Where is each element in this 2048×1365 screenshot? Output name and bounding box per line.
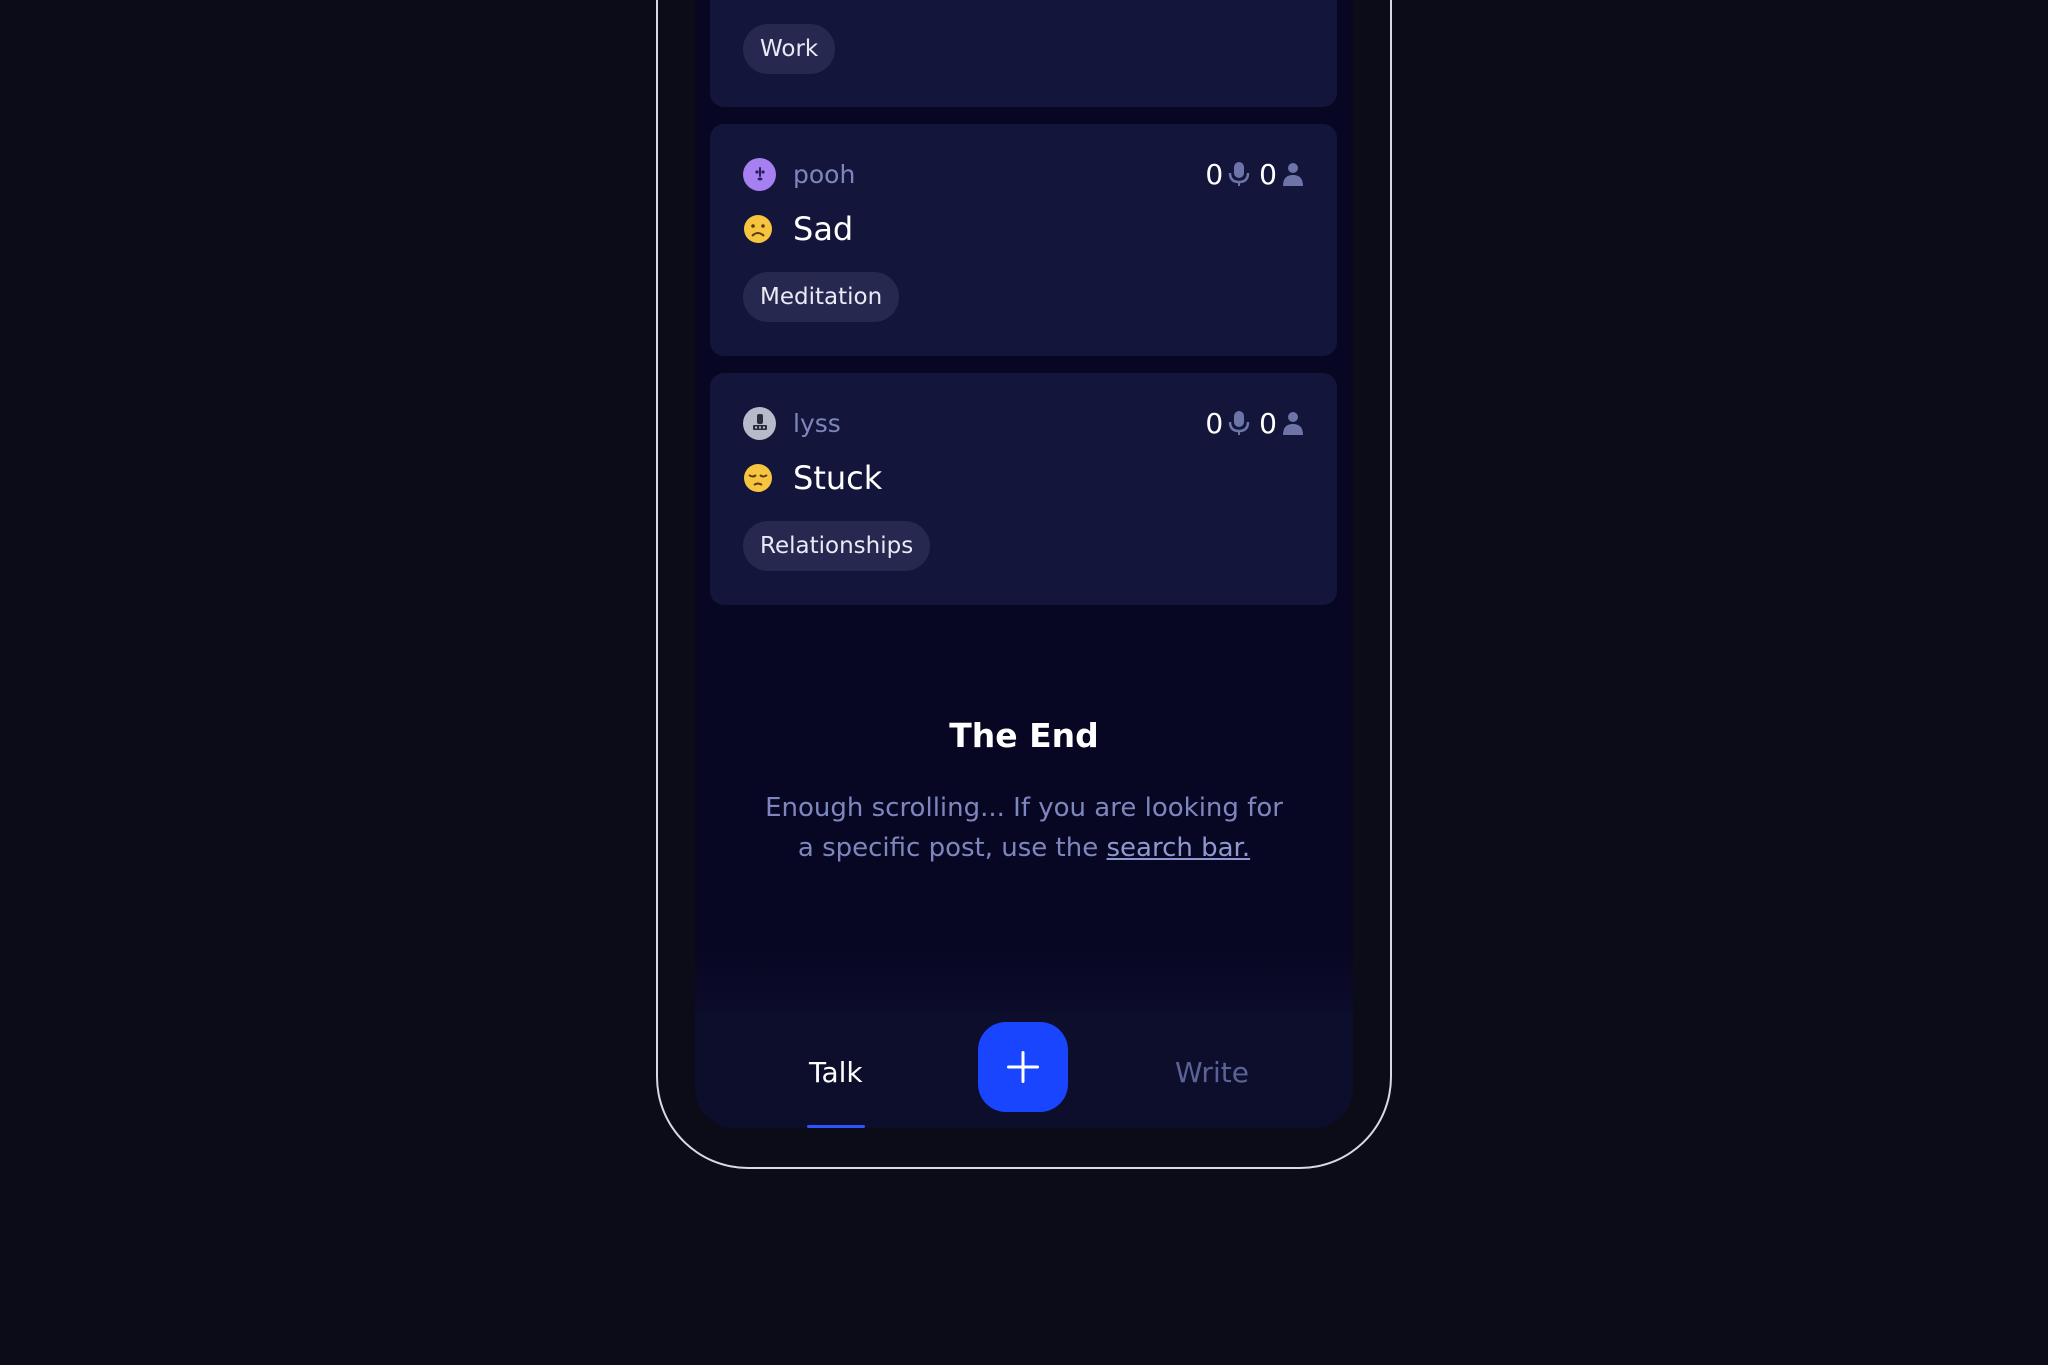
- active-tab-indicator: [807, 1125, 865, 1128]
- gray-robot-avatar-icon: [743, 406, 776, 440]
- bottom-nav: Talk Write: [695, 950, 1353, 1128]
- listener-count: 0: [1259, 157, 1277, 191]
- listener-count: 0: [1259, 406, 1277, 440]
- pensive-face-emoji-icon: [744, 464, 772, 492]
- post-author: pooh: [743, 157, 855, 191]
- app-screen: Work pooh 0 0 Sad Meditation lyss 0 0 St…: [695, 0, 1353, 1128]
- mood-label: Sad: [793, 210, 854, 248]
- person-icon: [1281, 161, 1305, 187]
- post-card[interactable]: lyss 0 0 Stuck Relationships: [710, 373, 1337, 605]
- microphone-icon: [1227, 161, 1251, 187]
- frowning-face-emoji-icon: [744, 215, 772, 243]
- mood: Stuck: [743, 458, 882, 498]
- username: lyss: [793, 408, 841, 438]
- post-stats: 0 0: [1201, 157, 1305, 191]
- post-author: lyss: [743, 406, 841, 440]
- post-stats: 0 0: [1201, 406, 1305, 440]
- post-tag[interactable]: Work: [743, 24, 836, 74]
- add-post-button[interactable]: [978, 1022, 1068, 1112]
- person-icon: [1281, 410, 1305, 436]
- mood-label: Stuck: [793, 459, 883, 497]
- post-tag[interactable]: Relationships: [743, 521, 931, 571]
- plus-icon: [1007, 1051, 1039, 1083]
- tab-write[interactable]: Write: [1175, 1056, 1249, 1089]
- search-bar-link[interactable]: search bar.: [1106, 833, 1250, 863]
- post-card[interactable]: pooh 0 0 Sad Meditation: [710, 124, 1337, 356]
- end-title: The End: [949, 716, 1099, 755]
- purple-creature-avatar-icon: [743, 157, 776, 191]
- post-card[interactable]: Work: [710, 0, 1337, 107]
- mood: Sad: [743, 209, 853, 249]
- microphone-icon: [1227, 410, 1251, 436]
- post-tag[interactable]: Meditation: [743, 272, 900, 322]
- end-message: Enough scrolling... If you are looking f…: [755, 788, 1293, 868]
- voice-count: 0: [1205, 157, 1224, 191]
- username: pooh: [793, 159, 856, 189]
- voice-count: 0: [1205, 406, 1224, 440]
- tab-talk[interactable]: Talk: [809, 1056, 863, 1089]
